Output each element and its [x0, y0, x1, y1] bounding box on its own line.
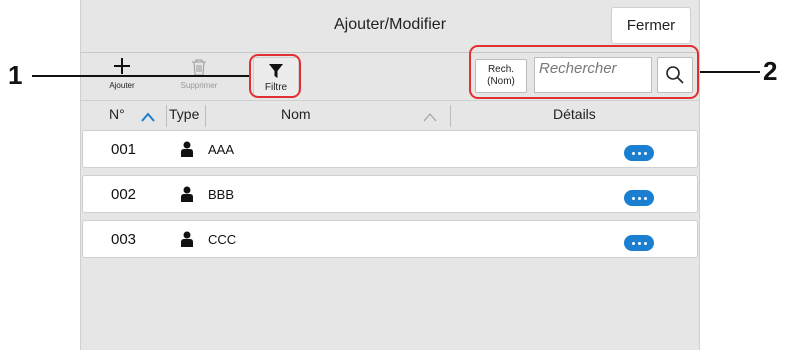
column-details: Détails: [553, 106, 596, 122]
details-button[interactable]: [624, 145, 654, 161]
column-number[interactable]: N°: [109, 106, 125, 122]
details-button[interactable]: [624, 235, 654, 251]
close-button[interactable]: Fermer: [611, 7, 691, 44]
entry-name: AAA: [208, 142, 235, 157]
column-type[interactable]: Type: [169, 106, 199, 122]
details-button[interactable]: [624, 190, 654, 206]
column-divider: [205, 105, 206, 127]
column-divider: [166, 105, 167, 127]
search-highlight: [469, 45, 699, 99]
table-row[interactable]: 003 CCC: [82, 220, 698, 258]
table-row[interactable]: 002 BBB: [82, 175, 698, 213]
filter-highlight: [249, 54, 301, 98]
callout-1-line: [32, 75, 250, 77]
entry-number: 002: [111, 186, 137, 203]
add-label: Ajouter: [109, 81, 135, 90]
entry-name: BBB: [208, 187, 235, 202]
callout-2-label: 2: [763, 56, 778, 86]
trash-icon: [171, 54, 227, 76]
entry-number: 003: [111, 231, 137, 248]
entry-name: CCC: [208, 232, 237, 247]
entry-number: 001: [111, 141, 137, 158]
callout-2-line: [700, 71, 760, 73]
person-icon: [181, 231, 193, 247]
sort-ascending-icon[interactable]: [141, 112, 155, 122]
person-icon: [181, 186, 193, 202]
table-row[interactable]: 001 AAA: [82, 130, 698, 168]
column-name[interactable]: Nom: [281, 106, 311, 122]
delete-label: Supprimer: [180, 81, 218, 90]
person-icon: [181, 141, 193, 157]
callout-1-label: 1: [8, 60, 23, 90]
dialog-title: Ajouter/Modifier: [333, 16, 447, 33]
sort-indicator-icon[interactable]: [423, 113, 437, 122]
table-header: N° Type Nom Détails: [81, 100, 699, 129]
column-divider: [450, 105, 451, 127]
plus-icon: [94, 54, 150, 76]
